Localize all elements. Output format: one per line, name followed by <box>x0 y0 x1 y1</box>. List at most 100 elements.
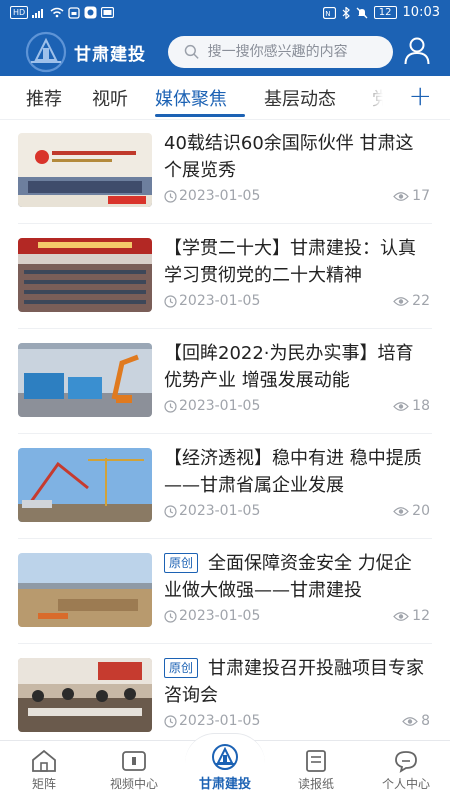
news-thumbnail <box>18 658 152 732</box>
news-title[interactable]: 原创 全面保障资金安全 力促企业做大做强——甘肃建投 <box>164 550 426 604</box>
status-bar-right: N 12 10:03 <box>322 5 440 20</box>
gansu-jiantou-logo-icon[interactable] <box>22 30 70 74</box>
list-item[interactable]: 原创 甘肃建投召开投融项目专家咨询会 2023-01-05 8 <box>18 645 432 740</box>
view-count: 22 <box>412 293 430 309</box>
clock-icon <box>164 504 177 518</box>
gansu-jiantou-logo-icon <box>212 744 238 770</box>
news-views: 22 <box>393 293 430 309</box>
news-title[interactable]: 40载结识60余国际伙伴 甘肃这个展览秀 <box>164 130 426 184</box>
news-meta: 2023-01-05 8 <box>164 713 432 729</box>
brand-title: 甘肃建投 <box>74 45 146 65</box>
nav-item-video-center[interactable]: 视频中心 <box>94 749 174 792</box>
news-thumbnail <box>18 553 152 627</box>
list-item[interactable]: 【经济透视】稳中有进 稳中提质——甘肃省属企业发展 2023-01-05 20 <box>18 435 432 539</box>
add-tab-icon[interactable]: + <box>409 82 432 110</box>
search-bar[interactable] <box>168 36 393 68</box>
news-title[interactable]: 【经济透视】稳中有进 稳中提质——甘肃省属企业发展 <box>164 445 426 499</box>
news-meta: 2023-01-05 20 <box>164 503 432 519</box>
mute-icon <box>356 7 368 18</box>
app-icon <box>84 6 97 19</box>
view-count: 8 <box>421 713 430 729</box>
search-input[interactable] <box>207 44 393 60</box>
news-thumbnail <box>18 238 152 312</box>
nav-label: 视频中心 <box>109 777 158 791</box>
clock-icon <box>164 294 177 308</box>
list-item[interactable]: 【回眸2022·为民办实事】培育优势产业 增强发展动能 2023-01-05 1… <box>18 330 432 434</box>
news-title-text: 甘肃建投召开投融项目专家咨询会 <box>164 658 425 706</box>
status-time: 10:03 <box>402 5 440 20</box>
original-badge: 原创 <box>164 658 199 678</box>
news-date: 2023-01-05 <box>179 293 261 309</box>
news-list: 40载结识60余国际伙伴 甘肃这个展览秀 2023-01-05 17 【学贯二十… <box>0 120 450 740</box>
battery-icon: 12 <box>373 6 397 19</box>
view-count: 12 <box>412 608 430 624</box>
nav-label: 矩阵 <box>31 777 56 791</box>
list-item[interactable]: 【学贯二十大】甘肃建投：认真学习贯彻党的二十大精神 2023-01-05 22 <box>18 225 432 329</box>
news-meta: 2023-01-05 18 <box>164 398 432 414</box>
view-count: 20 <box>412 503 430 519</box>
news-date: 2023-01-05 <box>179 398 261 414</box>
tab-recommend[interactable]: 推荐 <box>26 85 62 111</box>
news-meta: 2023-01-05 12 <box>164 608 432 624</box>
eye-icon <box>393 506 409 516</box>
home-icon <box>32 749 56 772</box>
clock-icon <box>164 189 177 203</box>
view-count: 18 <box>412 398 430 414</box>
nav-item-personal-center[interactable]: 个人中心 <box>366 749 446 792</box>
nav-item-gansu-jiantou[interactable]: 甘肃建投 <box>185 743 265 792</box>
newspaper-icon <box>306 750 326 772</box>
signal-icon <box>32 9 44 18</box>
news-views: 12 <box>393 608 430 624</box>
nav-item-matrix[interactable]: 矩阵 <box>4 749 84 792</box>
tab-fade-overlay <box>355 76 395 119</box>
bottom-navigation: 矩阵 视频中心 甘肃建投 读报纸 个人中心 <box>0 733 450 800</box>
news-meta: 2023-01-05 22 <box>164 293 432 309</box>
bluetooth-icon <box>342 6 350 19</box>
clock-icon <box>164 714 177 728</box>
list-item[interactable]: 原创 全面保障资金安全 力促企业做大做强——甘肃建投 2023-01-05 12 <box>18 540 432 644</box>
news-date: 2023-01-05 <box>179 608 261 624</box>
news-thumbnail <box>18 448 152 522</box>
news-views: 18 <box>393 398 430 414</box>
svg-text:N: N <box>325 10 330 18</box>
eye-icon <box>393 296 409 306</box>
news-title-text: 全面保障资金安全 力促企业做大做强——甘肃建投 <box>164 553 412 601</box>
video-icon <box>122 751 146 771</box>
news-title[interactable]: 【回眸2022·为民办实事】培育优势产业 增强发展动能 <box>164 340 426 394</box>
news-views: 17 <box>393 188 430 204</box>
nav-label: 读报纸 <box>297 777 334 791</box>
news-date: 2023-01-05 <box>179 188 261 204</box>
eye-icon <box>393 191 409 201</box>
news-title[interactable]: 【学贯二十大】甘肃建投：认真学习贯彻党的二十大精神 <box>164 235 426 289</box>
nav-label: 个人中心 <box>381 777 430 791</box>
app-header: 甘肃建投 <box>0 26 450 76</box>
eye-icon <box>393 611 409 621</box>
status-bar: HD N 12 10:03 <box>0 0 450 26</box>
view-count: 17 <box>412 188 430 204</box>
nfc-icon: N <box>322 6 336 19</box>
category-tabs: 推荐 视听 媒体聚焦 基层动态 党 + <box>0 76 450 120</box>
tab-audiovisual[interactable]: 视听 <box>92 85 128 111</box>
nav-label: 甘肃建投 <box>198 777 251 792</box>
news-thumbnail <box>18 343 152 417</box>
clock-icon <box>164 609 177 623</box>
tab-media-focus[interactable]: 媒体聚焦 <box>155 85 227 111</box>
news-views: 20 <box>393 503 430 519</box>
wifi-icon <box>50 7 64 18</box>
original-badge: 原创 <box>164 553 199 573</box>
user-profile-icon[interactable] <box>404 37 430 65</box>
news-title[interactable]: 原创 甘肃建投召开投融项目专家咨询会 <box>164 655 426 709</box>
eye-icon <box>393 401 409 411</box>
news-date: 2023-01-05 <box>179 503 261 519</box>
chat-user-icon <box>395 751 417 773</box>
list-item[interactable]: 40载结识60余国际伙伴 甘肃这个展览秀 2023-01-05 17 <box>18 120 432 224</box>
news-meta: 2023-01-05 17 <box>164 188 432 204</box>
active-tab-indicator <box>155 114 245 117</box>
eye-icon <box>402 716 418 726</box>
news-views: 8 <box>402 713 430 729</box>
search-icon <box>184 44 199 59</box>
nav-item-read-newspaper[interactable]: 读报纸 <box>276 749 356 792</box>
tab-grassroots-news[interactable]: 基层动态 <box>264 85 336 111</box>
clock-icon <box>164 399 177 413</box>
status-bar-left: HD <box>10 6 115 19</box>
